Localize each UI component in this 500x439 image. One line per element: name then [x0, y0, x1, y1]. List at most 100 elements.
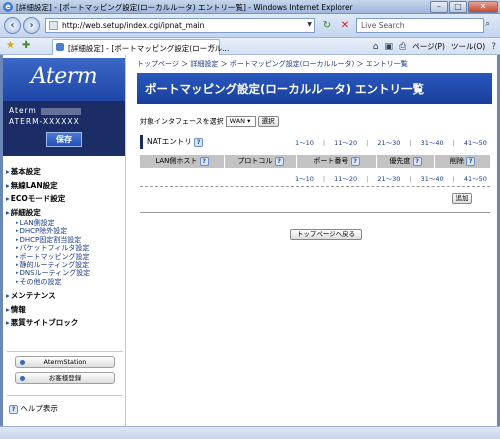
stop-icon[interactable]: ✕	[338, 19, 352, 32]
pager-top: 1～10 | 11～20 | 21～30 | 31～40 | 41～50	[295, 139, 487, 147]
close-button[interactable]: ✕	[468, 1, 498, 13]
sidebar-divider	[7, 351, 123, 352]
feeds-icon[interactable]: ▣	[385, 42, 394, 52]
maximize-button[interactable]: □	[449, 1, 467, 13]
model-line: Aterm	[9, 106, 81, 115]
submenu-other[interactable]: その他の設定	[6, 278, 124, 286]
page-link[interactable]: 21～30	[377, 139, 400, 147]
page-link[interactable]: 1～10	[295, 139, 314, 147]
page-link[interactable]: 11～20	[334, 139, 357, 147]
status-bar	[0, 426, 500, 439]
add-favorite-icon[interactable]: ✚	[22, 40, 30, 51]
help-label: ヘルプ表示	[20, 404, 58, 413]
page-link[interactable]: 1～10	[295, 175, 314, 183]
menu-eco-mode[interactable]: ECOモード設定	[6, 192, 124, 206]
print-icon[interactable]: ⎙	[399, 42, 406, 52]
help-link[interactable]: ? ヘルプ表示	[9, 403, 58, 414]
col-delete: 削除 ?	[435, 155, 490, 168]
model-redacted	[40, 107, 81, 115]
side-menu: 基本設定 無線LAN設定 ECOモード設定 詳細設定 LAN側設定 DHCP除外…	[6, 165, 124, 330]
breadcrumb-top[interactable]: トップページ	[137, 60, 179, 68]
favorites-star-icon[interactable]: ★	[6, 40, 15, 51]
interface-label: 対象インタフェースを選択	[140, 117, 224, 126]
page-link[interactable]: 41～50	[464, 139, 487, 147]
address-bar[interactable]: http://web.setup/index.cgi/ipnat_main ▼	[45, 18, 315, 33]
breadcrumb: トップページ ＞ 詳細設定 ＞ ポートマッピング設定(ローカルルータ) ＞ エン…	[137, 60, 408, 68]
menu-info[interactable]: 情報	[6, 303, 124, 317]
save-button[interactable]: 保存	[46, 132, 82, 147]
page-link[interactable]: 11～20	[334, 175, 357, 183]
menu-wireless-lan[interactable]: 無線LAN設定	[6, 179, 124, 193]
tab-label: [詳細設定] - [ポートマッピング設定(ローカル...	[68, 44, 230, 53]
interface-select[interactable]: WAN ▾	[225, 116, 256, 127]
col-protocol: プロトコル ?	[225, 155, 297, 168]
page-title-banner: ポートマッピング設定(ローカルルータ) エントリ一覧	[137, 73, 492, 104]
title-bar: e [詳細設定] - [ポートマッピング設定(ローカルルータ) エントリ一覧] …	[0, 0, 500, 14]
select-button[interactable]: 選択	[257, 116, 279, 127]
atermstation-button[interactable]: AtermStation	[15, 356, 115, 368]
tab-page-icon	[56, 43, 64, 51]
customer-register-button[interactable]: お客様登録	[15, 372, 115, 384]
interface-value: WAN	[229, 117, 246, 125]
search-input[interactable]: Live Search	[356, 18, 484, 33]
main-content: トップページ ＞ 詳細設定 ＞ ポートマッピング設定(ローカルルータ) ＞ エン…	[134, 55, 494, 426]
menu-maintenance[interactable]: メンテナンス	[6, 289, 124, 303]
col-priority: 優先度 ?	[377, 155, 435, 168]
delete-help-icon[interactable]: ?	[466, 156, 476, 166]
model-info: Aterm ATERM-XXXXXX 保存	[3, 101, 125, 156]
menu-site-block[interactable]: 悪質サイトブロック	[6, 316, 124, 330]
lan-host-help-icon[interactable]: ?	[199, 156, 209, 166]
minimize-button[interactable]: –	[430, 1, 448, 13]
submenu-dns-routing[interactable]: DNSルーティング設定	[6, 269, 124, 277]
back-to-top-button[interactable]: トップページへ戻る	[290, 229, 362, 240]
refresh-icon[interactable]: ↻	[320, 19, 334, 32]
priority-help-icon[interactable]: ?	[412, 156, 422, 166]
menu-detail-settings[interactable]: 詳細設定	[6, 206, 124, 220]
protocol-help-icon[interactable]: ?	[274, 156, 284, 166]
col-lan-host: LAN側ホスト ?	[140, 155, 225, 168]
search-icon[interactable]: ⌕	[485, 19, 490, 29]
nat-help-icon[interactable]: ?	[194, 137, 204, 147]
submenu-port-mapping[interactable]: ポートマッピング設定	[6, 253, 124, 261]
url-text: http://web.setup/index.cgi/ipnat_main	[62, 21, 205, 30]
ie-icon: e	[3, 2, 13, 12]
page-viewport: Aterm Aterm ATERM-XXXXXX 保存 基本設定 無線LAN設定…	[3, 55, 497, 426]
search-placeholder: Live Search	[361, 21, 405, 30]
pager-bottom: 1～10 | 11～20 | 21～30 | 31～40 | 41～50	[295, 175, 487, 183]
page-menu[interactable]: ページ(P)	[412, 41, 445, 52]
interface-selector: 対象インタフェースを選択 WAN ▾ 選択	[140, 116, 279, 127]
page-link[interactable]: 41～50	[464, 175, 487, 183]
submenu-dhcp-exclude[interactable]: DHCP除外設定	[6, 227, 124, 235]
model-prefix: Aterm	[9, 106, 37, 115]
address-dropdown-icon[interactable]: ▼	[307, 21, 312, 28]
page-link[interactable]: 31～40	[421, 139, 444, 147]
browser-tab[interactable]: [詳細設定] - [ポートマッピング設定(ローカル... ✕	[52, 39, 229, 55]
add-button[interactable]: 追加	[452, 193, 472, 204]
back-button[interactable]: ‹	[4, 17, 21, 34]
model-name: ATERM-XXXXXX	[9, 117, 80, 126]
page-link[interactable]: 21～30	[377, 175, 400, 183]
page-icon	[49, 21, 58, 30]
forward-button[interactable]: ›	[23, 17, 40, 34]
tools-menu[interactable]: ツール(O)	[451, 41, 485, 52]
table-header: LAN側ホスト ? プロトコル ? ポート番号 ? 優先度 ? 削除 ?	[140, 155, 490, 168]
sidebar-divider	[7, 395, 123, 396]
window-title: [詳細設定] - [ポートマッピング設定(ローカルルータ) エントリ一覧] - …	[16, 3, 353, 12]
address-toolbar: ‹ › http://web.setup/index.cgi/ipnat_mai…	[0, 14, 500, 38]
breadcrumb-port-mapping[interactable]: ポートマッピング設定(ローカルルータ)	[230, 60, 354, 68]
col-port: ポート番号 ?	[297, 155, 377, 168]
submenu-packet-filter[interactable]: パケットフィルタ設定	[6, 244, 124, 252]
page-link[interactable]: 31～40	[421, 175, 444, 183]
aterm-logo: Aterm	[30, 64, 98, 89]
submenu-dhcp-fixed[interactable]: DHCP固定割当設定	[6, 236, 124, 244]
breadcrumb-detail[interactable]: 詳細設定	[190, 60, 218, 68]
tab-close-icon[interactable]: ✕	[209, 42, 216, 51]
help-menu-icon[interactable]: ?	[491, 42, 496, 52]
nat-entry-heading: NATエントリ ?	[140, 135, 205, 149]
help-icon: ?	[9, 404, 18, 414]
sidebar: Aterm Aterm ATERM-XXXXXX 保存 基本設定 無線LAN設定…	[3, 55, 126, 426]
breadcrumb-entry-list: エントリ一覧	[365, 60, 408, 68]
port-help-icon[interactable]: ?	[350, 156, 360, 166]
home-icon[interactable]: ⌂	[373, 42, 379, 52]
menu-basic-settings[interactable]: 基本設定	[6, 165, 124, 179]
